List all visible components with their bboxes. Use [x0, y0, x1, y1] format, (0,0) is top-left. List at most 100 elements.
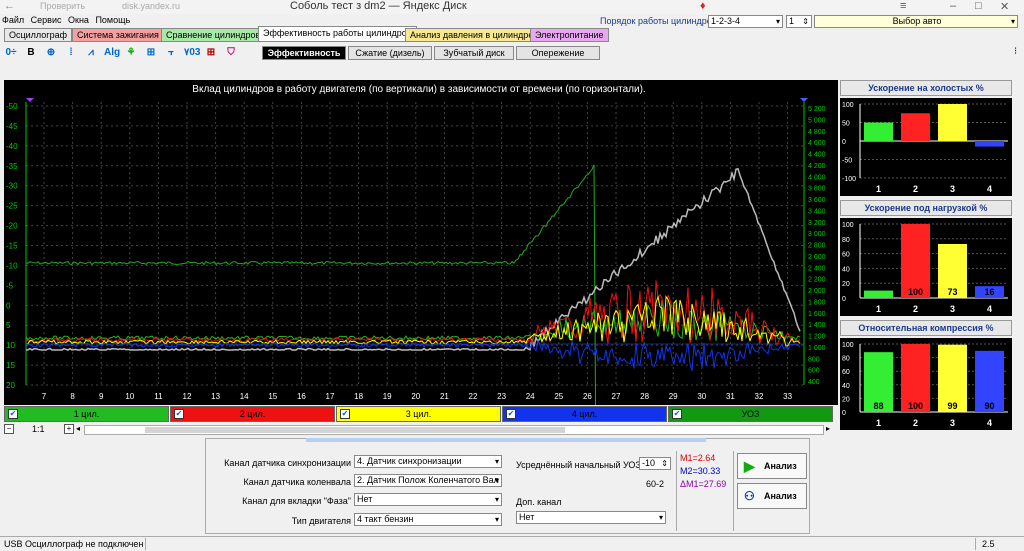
analyze-button[interactable]: ▶ Анализ — [737, 453, 807, 479]
channel-toggle-1[interactable]: ✔ 1 цил. — [4, 406, 169, 422]
alg-icon[interactable]: Alg — [104, 46, 120, 60]
menu-icon[interactable]: ≡ — [900, 0, 906, 12]
tab-pressure-analysis[interactable]: Анализ давления в цилиндре — [405, 28, 539, 42]
zoom-in-icon[interactable]: + — [64, 424, 74, 434]
horizontal-scrollbar[interactable] — [84, 425, 824, 435]
panel-splitter[interactable] — [306, 438, 706, 442]
scroll-right-icon[interactable]: ▸ — [826, 424, 830, 433]
close-icon[interactable]: ✕ — [1000, 0, 1009, 13]
chevron-down-icon: ▾ — [775, 17, 780, 26]
analyze-batch-button[interactable]: ⚇ Анализ — [737, 483, 807, 509]
car-select[interactable]: Выбор авто ▾ — [814, 15, 1018, 28]
cyl-order-select[interactable]: 1-2-3-4 ▾ — [708, 15, 783, 28]
zoom-out-icon[interactable]: − — [4, 424, 14, 434]
url-fragment: disk.yandex.ru — [122, 1, 181, 11]
y-tick-label: 40 — [842, 383, 850, 390]
back-arrow-icon[interactable]: ← — [4, 0, 15, 12]
right-tick-label: 4 200 — [808, 163, 826, 170]
menu-windows[interactable]: Окна — [66, 14, 91, 26]
tab-power-supply[interactable]: Электропитание — [530, 28, 609, 42]
subtab-efficiency[interactable]: Эффективность — [262, 46, 346, 60]
right-tick-label: 2 800 — [808, 243, 826, 250]
cyl-order-spin[interactable]: 1 ⇕ — [786, 15, 812, 28]
right-tick-label: 3 600 — [808, 197, 826, 204]
bold-icon[interactable]: B — [24, 46, 38, 60]
sync-select[interactable]: 4. Датчик синхронизации ▾ — [354, 455, 502, 468]
menu-service[interactable]: Сервис — [29, 14, 64, 26]
panel-title: Относительная компрессия % — [840, 320, 1012, 336]
crank-label: Канал датчика коленвала — [243, 477, 351, 487]
channel-toggle-4[interactable]: ✔ 4 цил. — [502, 406, 667, 422]
menu-file[interactable]: Файл — [0, 14, 26, 26]
phase-label: Канал для вкладки "Фаза" — [242, 496, 351, 506]
engine-select[interactable]: 4 такт бензин ▾ — [354, 513, 502, 526]
scale-icon[interactable]: ⁞ — [64, 46, 78, 60]
dop-select[interactable]: Нет ▾ — [516, 511, 666, 524]
scrollbar-thumb[interactable] — [145, 427, 565, 433]
divider — [676, 451, 677, 531]
y-tick-label: 50 — [842, 121, 850, 128]
checkbox-icon[interactable]: ✔ — [506, 409, 516, 419]
y-tick-label: 100 — [842, 102, 854, 109]
channel-toggle-3[interactable]: ✔ 3 цил. — [336, 406, 501, 422]
checkbox-icon[interactable]: ✔ — [8, 409, 18, 419]
right-tick-label: 600 — [808, 368, 820, 375]
x-tick-label: 33 — [783, 392, 792, 401]
tab-ignition[interactable]: Система зажигания — [72, 28, 164, 42]
minimize-icon[interactable]: – — [950, 0, 956, 12]
subtab-compression-diesel[interactable]: Сжатие (дизель) — [348, 46, 432, 60]
x-tick-label: 29 — [669, 392, 678, 401]
tools-icon[interactable]: ⊕ — [44, 46, 58, 60]
maximize-icon[interactable]: □ — [975, 0, 982, 12]
right-tick-label: 2 600 — [808, 254, 826, 261]
right-tick-label: 800 — [808, 356, 820, 363]
crank-select[interactable]: 2. Датчик Полож Коленчатого Вал ▾ — [354, 474, 502, 487]
channel-toggle-2[interactable]: ✔ 2 цил. — [170, 406, 335, 422]
filter-icon[interactable]: ⛉ — [224, 46, 238, 60]
curve-icon[interactable]: ۷03 — [184, 46, 201, 60]
tab-compare-cylinders[interactable]: Сравнение цилиндров — [161, 28, 266, 42]
checkbox-icon[interactable]: ✔ — [340, 409, 350, 419]
left-tick-label: -10 — [6, 261, 18, 270]
x-tick-label: 23 — [497, 392, 506, 401]
left-tick-label: 15 — [6, 361, 15, 370]
right-tick-label: 2 200 — [808, 277, 826, 284]
channel-label: УОЗ — [741, 409, 760, 419]
right-tick-label: 3 400 — [808, 208, 826, 215]
y-tick-label: 100 — [842, 342, 854, 349]
back-tab-label[interactable]: Проверить — [40, 1, 85, 11]
x-tick-label: 32 — [755, 392, 764, 401]
bar-cylinder-2 — [901, 113, 930, 141]
tree-icon[interactable]: ⚘ — [124, 46, 138, 60]
toolbar: 0÷ B ⊕ ⁞ ⩘ Alg ⚘ ⊞ ⫟ ۷03 ⊞ ⛉ Эффективность Сжатие (… — [0, 44, 1024, 62]
x-tick-label: 19 — [383, 392, 392, 401]
subtab-advance[interactable]: Опережение — [516, 46, 600, 60]
zoom-value: 1:1 — [32, 424, 45, 434]
panel-plot: 100 80 60 40 20 0 88 1 100 2 99 3 90 4 — [842, 342, 1008, 428]
phase-value: Нет — [357, 494, 373, 504]
checkbox-icon[interactable]: ✔ — [672, 409, 682, 419]
channel-bar: ✔ 1 цил. ✔ 2 цил. ✔ 3 цил. ✔ 4 цил. ✔ УОЗ — [4, 406, 834, 422]
toolbar-overflow-icon[interactable]: ⁝ — [1014, 46, 1017, 57]
play-icon: ▶ — [744, 458, 755, 474]
channel-toggle-5[interactable]: ✔ УОЗ — [668, 406, 833, 422]
x-tick-label: 18 — [354, 392, 363, 401]
chevron-down-icon: ▾ — [494, 495, 499, 504]
scroll-left-icon[interactable]: ◂ — [76, 424, 80, 433]
bookmark-icon[interactable]: ♦ — [700, 0, 706, 12]
grid-icon[interactable]: ⫟ — [164, 46, 178, 60]
tab-cylinder-efficiency[interactable]: Эффективность работы цилиндров — [258, 26, 417, 42]
checkbox-icon[interactable]: ✔ — [174, 409, 184, 419]
zoom-icon[interactable]: 0÷ — [4, 46, 18, 60]
uoz-spin[interactable]: -10 ⇕ — [639, 457, 671, 470]
window-title: Соболь тест з dm2 — Яндекс Диск — [290, 0, 467, 12]
trend-icon[interactable]: ⩘ — [84, 46, 98, 60]
menu-help[interactable]: Помощь — [93, 14, 132, 26]
table-icon[interactable]: ⊞ — [204, 46, 218, 60]
bars-icon[interactable]: ⊞ — [144, 46, 158, 60]
uoz-label: Усреднённый начальный УОЗ — [516, 460, 641, 470]
y-tick-label: 100 — [842, 222, 854, 229]
tab-oscilloscope[interactable]: Осциллограф — [4, 28, 72, 42]
phase-select[interactable]: Нет ▾ — [354, 493, 502, 506]
subtab-gear-disk[interactable]: Зубчатый диск — [434, 46, 514, 60]
